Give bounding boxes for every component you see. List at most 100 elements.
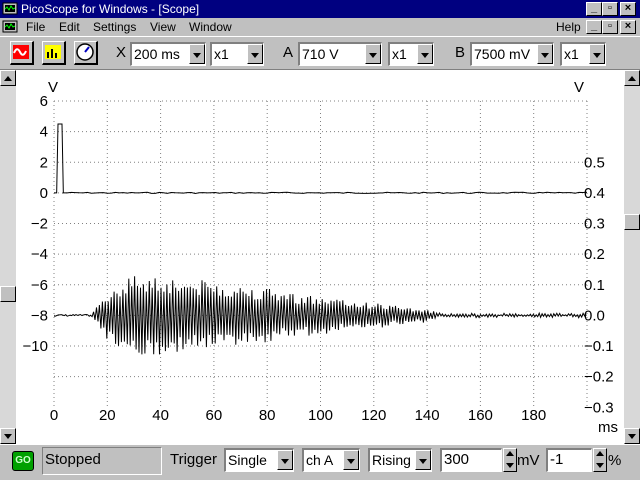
channel-a-multiplier-select[interactable]: x1 xyxy=(388,42,434,66)
scroll-up-arrow-icon[interactable] xyxy=(0,70,16,86)
trigger-channel-value: ch A xyxy=(306,452,334,468)
scroll-down-arrow-icon[interactable] xyxy=(624,428,640,444)
menu-edit[interactable]: Edit xyxy=(59,20,80,34)
app-icon[interactable] xyxy=(2,1,18,17)
x-tick-label: 0 xyxy=(50,407,58,424)
trigger-level-input[interactable]: 300 xyxy=(440,448,502,472)
chevron-down-icon[interactable] xyxy=(537,44,553,64)
left-axis-ticks: 6 4 2 0 −2 −4 −6 −8 −10 xyxy=(23,93,48,355)
trigger-level-spinner[interactable] xyxy=(503,448,517,472)
right-tick-label: −0.2 xyxy=(584,369,614,386)
trigger-delay-input[interactable]: -1 xyxy=(546,448,592,472)
spectrum-mode-button[interactable] xyxy=(42,41,66,65)
channel-b-multiplier-value: x1 xyxy=(564,46,579,62)
x-multiplier-value: x1 xyxy=(214,46,229,62)
x-tick-label: 40 xyxy=(152,407,169,424)
chevron-down-icon[interactable] xyxy=(277,450,293,470)
scope-view[interactable]: 6 4 2 0 −2 −4 −6 −8 −10 0.5 0.4 0.3 0.2 0.1 0.0 −0.1 −0… xyxy=(0,70,640,444)
meter-dial-icon xyxy=(76,43,94,61)
x-axis-label: X xyxy=(116,44,127,61)
document-icon[interactable] xyxy=(2,19,18,35)
x-tick-label: 100 xyxy=(308,407,333,424)
x-tick-label: 120 xyxy=(361,407,386,424)
trigger-delay-spinner[interactable] xyxy=(593,448,607,472)
trigger-mode-value: Single xyxy=(228,452,267,468)
mdi-restore-button[interactable]: ▫ xyxy=(602,20,618,34)
left-tick-label: −8 xyxy=(31,307,48,324)
y-axis-right-unit: V xyxy=(574,79,584,96)
menu-bar: File Edit Settings View Window Help _ ▫ … xyxy=(0,18,640,36)
chevron-down-icon[interactable] xyxy=(417,44,433,64)
left-tick-label: 2 xyxy=(40,154,48,171)
right-axis-ticks: 0.5 0.4 0.3 0.2 0.1 0.0 −0.1 −0.2 −0.3 xyxy=(584,154,614,416)
spectrum-bars-icon xyxy=(45,45,61,59)
chevron-down-icon[interactable] xyxy=(415,450,431,470)
right-scrollbar[interactable] xyxy=(624,70,640,444)
left-scrollbar[interactable] xyxy=(0,70,16,444)
channel-b-multiplier-select[interactable]: x1 xyxy=(560,42,606,66)
status-field: Stopped xyxy=(42,447,162,475)
minimize-button[interactable]: _ xyxy=(586,2,602,16)
scroll-up-arrow-icon[interactable] xyxy=(624,70,640,86)
menu-settings[interactable]: Settings xyxy=(93,20,136,34)
chevron-down-icon[interactable] xyxy=(189,44,205,64)
close-button[interactable]: × xyxy=(620,2,636,16)
series-channel-b xyxy=(54,276,587,355)
x-tick-label: 140 xyxy=(415,407,440,424)
scope-chart[interactable]: 6420−2−4−6−8−10 0.50.40.30.20.10.0−0.1−0… xyxy=(0,70,640,444)
series-channel-a xyxy=(54,123,588,195)
left-tick-label: −2 xyxy=(31,216,48,233)
channel-b-range-value: 7500 mV xyxy=(474,46,531,62)
right-tick-label: −0.3 xyxy=(584,399,614,416)
chevron-down-icon[interactable] xyxy=(589,44,605,64)
toolbar: X 200 ms x1 A 710 V x1 B 7500 mV x1 xyxy=(0,36,640,70)
x-tick-label: 160 xyxy=(468,407,493,424)
trigger-level-unit: mV xyxy=(517,452,540,469)
scope-mode-button[interactable] xyxy=(10,41,34,65)
left-tick-label: −6 xyxy=(31,277,48,294)
y-axis-left-unit: V xyxy=(48,79,58,96)
channel-a-multiplier-value: x1 xyxy=(392,46,407,62)
x-multiplier-select[interactable]: x1 xyxy=(210,42,264,66)
maximize-button[interactable]: ▫ xyxy=(602,2,618,16)
trigger-edge-select[interactable]: Rising xyxy=(368,448,432,472)
trigger-label: Trigger xyxy=(170,451,217,468)
timebase-value: 200 ms xyxy=(134,46,180,62)
menu-help[interactable]: Help xyxy=(556,20,581,34)
menu-view[interactable]: View xyxy=(150,20,176,34)
chevron-down-icon[interactable] xyxy=(343,450,359,470)
chevron-down-icon[interactable] xyxy=(365,44,381,64)
meter-mode-button[interactable] xyxy=(74,41,98,65)
channel-b-label: B xyxy=(455,44,466,61)
right-tick-label: 0.3 xyxy=(584,216,605,233)
go-button[interactable]: GO xyxy=(12,451,34,471)
window-title: PicoScope for Windows - [Scope] xyxy=(21,2,200,16)
right-tick-label: 0.1 xyxy=(584,277,605,294)
x-axis-unit: ms xyxy=(598,419,618,436)
title-bar[interactable]: PicoScope for Windows - [Scope] _ ▫ × xyxy=(0,0,640,18)
timebase-select[interactable]: 200 ms xyxy=(130,42,206,66)
channel-a-range-select[interactable]: 710 V xyxy=(298,42,382,66)
mdi-minimize-button[interactable]: _ xyxy=(586,20,602,34)
x-axis-ticks: 0 20 40 60 80 100 120 140 160 180 xyxy=(50,407,546,424)
x-tick-label: 80 xyxy=(259,407,276,424)
left-tick-label: 4 xyxy=(40,124,48,141)
scope-wave-icon xyxy=(13,45,29,59)
x-tick-label: 60 xyxy=(206,407,223,424)
menu-window[interactable]: Window xyxy=(189,20,232,34)
channel-a-range-value: 710 V xyxy=(302,46,339,62)
left-tick-label: 0 xyxy=(40,185,48,202)
x-tick-label: 20 xyxy=(99,407,116,424)
left-scroll-thumb[interactable] xyxy=(0,286,16,302)
channel-b-range-select[interactable]: 7500 mV xyxy=(470,42,554,66)
x-tick-label: 180 xyxy=(521,407,546,424)
right-scroll-thumb[interactable] xyxy=(624,214,640,230)
left-tick-label: −4 xyxy=(31,246,48,263)
left-tick-label: 6 xyxy=(40,93,48,110)
menu-file[interactable]: File xyxy=(26,20,45,34)
trigger-mode-select[interactable]: Single xyxy=(224,448,294,472)
chevron-down-icon[interactable] xyxy=(247,44,263,64)
trigger-channel-select[interactable]: ch A xyxy=(302,448,360,472)
mdi-close-button[interactable]: × xyxy=(620,20,636,34)
scroll-down-arrow-icon[interactable] xyxy=(0,428,16,444)
